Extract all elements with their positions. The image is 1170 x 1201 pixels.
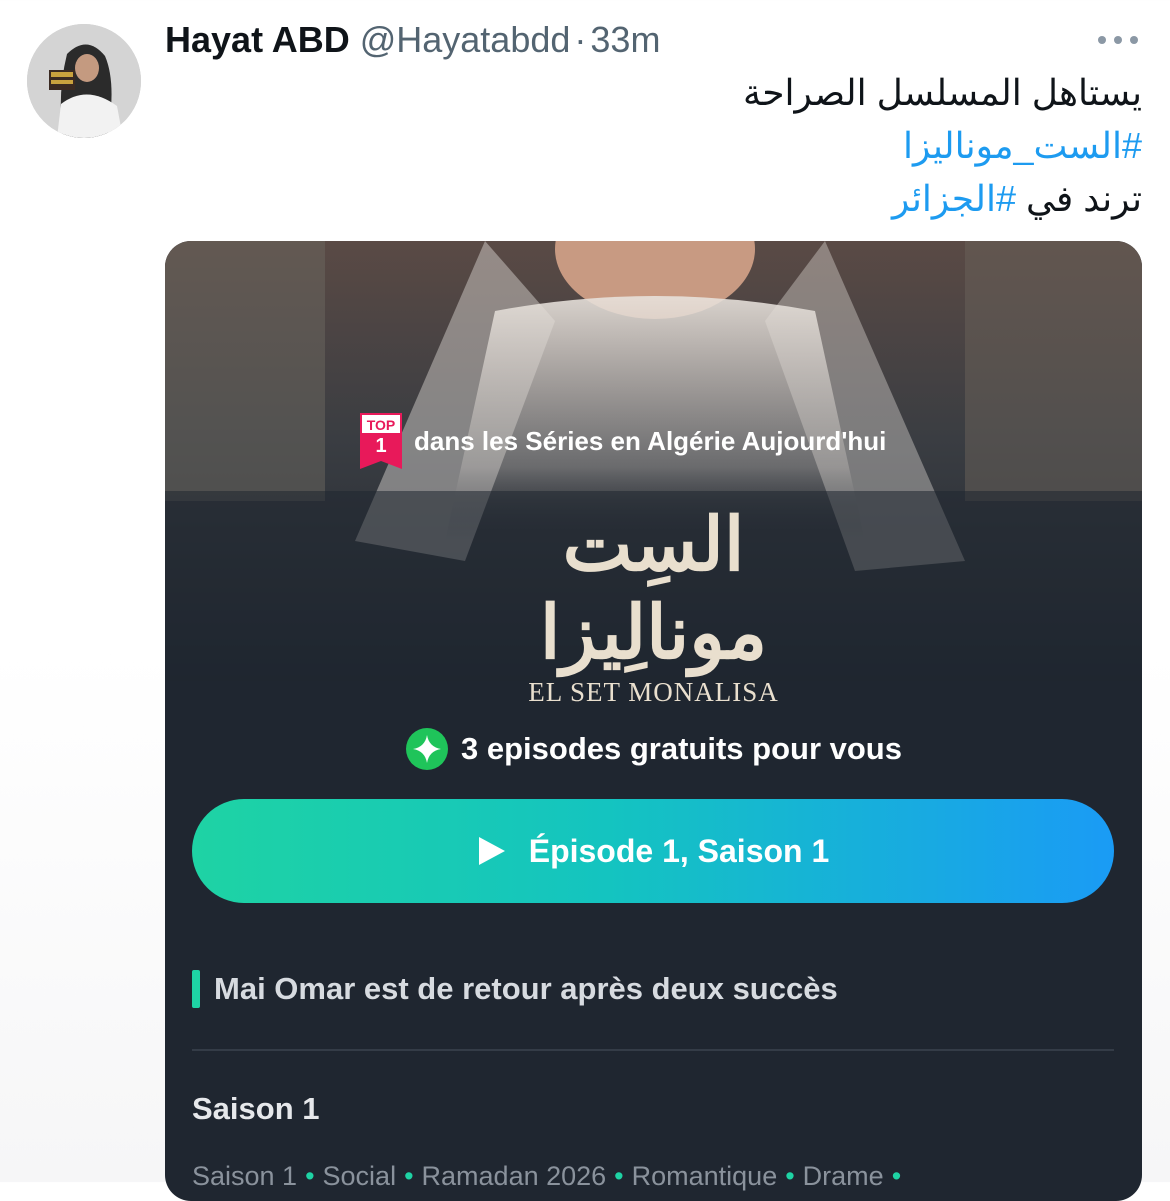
tweet-text: يستاهل المسلسل الصراحة #الست_موناليزا تر… — [322, 66, 1142, 225]
meta-tag: Ramadan 2026 — [421, 1161, 607, 1191]
hashtag-link-series[interactable]: #الست_موناليزا — [903, 125, 1142, 166]
separator-dot: · — [574, 19, 587, 60]
play-episode-label: Épisode 1, Saison 1 — [528, 832, 830, 869]
series-logo-arabic-line-2: مونالِيزا — [539, 590, 768, 676]
free-episodes-row: 3 episodes gratuits pour vous — [165, 727, 1142, 771]
play-icon — [478, 837, 505, 865]
series-logo-latin: EL SET MONALISA — [528, 677, 779, 707]
media-card[interactable]: TOP 1 dans les Séries en Algérie Aujourd… — [165, 241, 1142, 1201]
meta-separator: • — [785, 1161, 795, 1191]
top-rank-row: TOP 1 dans les Séries en Algérie Aujourd… — [360, 413, 886, 469]
handle[interactable]: @Hayatabdd — [360, 19, 571, 61]
series-logo-arabic: السِت مونالِيزا — [165, 501, 1142, 677]
meta-separator: • — [614, 1161, 624, 1191]
meta-separator: • — [891, 1161, 902, 1191]
play-episode-button[interactable]: Épisode 1, Saison 1 — [192, 799, 1114, 903]
tweet-text-line-3: ترند في — [1015, 178, 1142, 219]
tagline-accent-bar — [192, 970, 200, 1008]
tweet-text-line-1: يستاهل المسلسل الصراحة — [742, 72, 1142, 113]
season-heading: Saison 1 — [192, 1091, 320, 1126]
display-name[interactable]: Hayat ABD — [165, 19, 350, 61]
meta-separator: • — [305, 1161, 315, 1191]
free-episodes-text: 3 episodes gratuits pour vous — [461, 731, 902, 766]
diamond-star-icon — [406, 728, 448, 770]
tagline-text: Mai Omar est de retour après deux succès — [214, 971, 838, 1006]
avatar-photo — [27, 24, 141, 138]
badge-rank-label: 1 — [375, 435, 387, 457]
meta-tag: Drame — [802, 1161, 884, 1191]
divider — [192, 1049, 1114, 1051]
season-meta-tags: Saison 1 • Social • Ramadan 2026 • Romantique •… — [192, 1161, 909, 1192]
more-horizontal-icon[interactable] — [1096, 30, 1140, 50]
timestamp[interactable]: 33m — [590, 19, 660, 61]
tweet-header: Hayat ABD @Hayatabdd · 33m — [165, 18, 660, 62]
meta-tag: Romantique — [631, 1161, 778, 1191]
series-logo-arabic-line-1: السِت — [562, 502, 745, 588]
avatar[interactable] — [27, 24, 141, 138]
tagline: Mai Omar est de retour après deux succès — [192, 969, 838, 1009]
hashtag-link-algeria[interactable]: #الجزائر — [892, 178, 1016, 219]
top-rank-text: dans les Séries en Algérie Aujourd'hui — [414, 425, 887, 456]
badge-top-label: TOP — [366, 417, 396, 433]
meta-tag: Social — [322, 1161, 397, 1191]
meta-tag: Saison 1 — [192, 1161, 298, 1191]
meta-separator: • — [404, 1161, 414, 1191]
